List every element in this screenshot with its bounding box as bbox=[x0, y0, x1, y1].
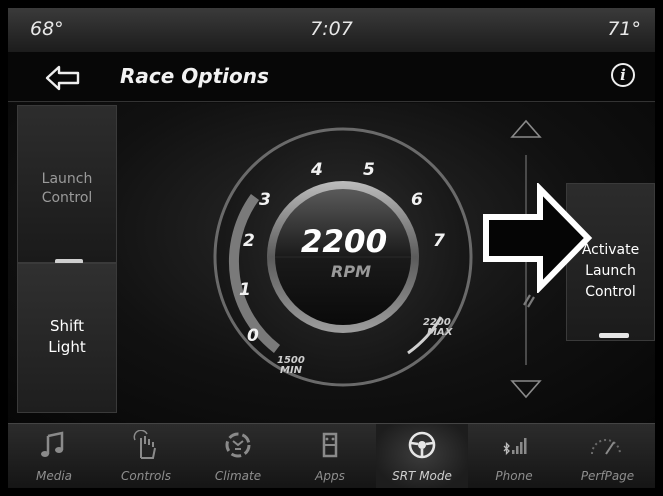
perf-gauge-icon bbox=[591, 439, 621, 455]
bottom-nav-bar: Media Controls Climate Apps SRT Mode Pho… bbox=[8, 423, 655, 488]
gauge-tick-4: 4 bbox=[310, 160, 323, 180]
launch-control-label-line1: Launch bbox=[41, 171, 93, 187]
gauge-tick-2: 2 bbox=[243, 231, 255, 251]
page-header: Race Options i bbox=[8, 52, 655, 102]
gauge-tick-3: 3 bbox=[259, 190, 271, 210]
launch-control-label-line2: Control bbox=[41, 190, 93, 206]
gauge-tick-0: 0 bbox=[247, 326, 259, 346]
page-title: Race Options bbox=[120, 64, 269, 88]
rpm-value: 2200 bbox=[301, 224, 387, 260]
launch-control-button[interactable]: Launch Control bbox=[17, 105, 117, 264]
clock: 7:07 bbox=[310, 18, 353, 40]
status-bar: 68° 7:07 71° bbox=[8, 8, 655, 52]
hand-touch-icon bbox=[133, 430, 156, 459]
shift-light-label: Shift Light bbox=[18, 316, 116, 358]
nav-controls[interactable]: Controls bbox=[100, 424, 192, 488]
nav-phone-label: Phone bbox=[495, 469, 533, 483]
nav-media-label: Media bbox=[35, 469, 73, 483]
gauge-max-label: MAX bbox=[427, 327, 454, 338]
steering-wheel-icon bbox=[408, 431, 436, 459]
shift-light-label-line1: Shift bbox=[49, 317, 85, 335]
outside-temp-right: 71° bbox=[607, 18, 641, 40]
gauge-tick-1: 1 bbox=[239, 280, 251, 300]
nav-perfpage-label: PerfPage bbox=[580, 469, 635, 483]
nav-media[interactable]: Media bbox=[8, 424, 100, 488]
shift-light-button[interactable]: Shift Light bbox=[17, 263, 117, 413]
scroll-up-arrow-icon[interactable] bbox=[510, 119, 542, 138]
back-arrow-icon[interactable] bbox=[44, 64, 84, 92]
apps-icon bbox=[322, 432, 338, 458]
nav-apps[interactable]: Apps bbox=[284, 424, 376, 488]
nav-perfpage[interactable]: PerfPage bbox=[560, 424, 655, 488]
rpm-unit: RPM bbox=[331, 262, 371, 281]
activate-indicator bbox=[599, 333, 629, 338]
callout-arrow-icon bbox=[483, 183, 593, 293]
nav-controls-label: Controls bbox=[121, 469, 171, 483]
gauge-tick-5: 5 bbox=[363, 160, 375, 180]
nav-climate-label: Climate bbox=[214, 469, 262, 483]
launch-control-label: Launch Control bbox=[18, 170, 116, 208]
phone-signal-icon bbox=[503, 438, 527, 456]
shift-light-label-line2: Light bbox=[48, 338, 86, 356]
nav-climate[interactable]: Climate bbox=[192, 424, 284, 488]
nav-srt-mode-label: SRT Mode bbox=[392, 469, 452, 483]
nav-apps-label: Apps bbox=[315, 469, 345, 483]
race-options-panel: Launch Control Shift Light 0 1 2 3 4 5 6… bbox=[8, 103, 655, 423]
rpm-gauge: 0 1 2 3 4 5 6 7 2200 RPM 1500 MIN 2200 M… bbox=[213, 127, 473, 387]
nav-phone[interactable]: Phone bbox=[468, 424, 560, 488]
gauge-tick-7: 7 bbox=[433, 231, 445, 251]
info-icon[interactable]: i bbox=[611, 63, 635, 87]
infotainment-screen: 68° 7:07 71° Race Options i Launch Contr… bbox=[8, 8, 655, 488]
gauge-min-label: MIN bbox=[280, 365, 303, 376]
scroll-down-arrow-icon[interactable] bbox=[510, 380, 542, 399]
gauge-tick-6: 6 bbox=[411, 190, 423, 210]
climate-icon bbox=[225, 432, 251, 458]
nav-srt-mode[interactable]: SRT Mode bbox=[376, 424, 468, 488]
music-note-icon bbox=[41, 431, 64, 457]
